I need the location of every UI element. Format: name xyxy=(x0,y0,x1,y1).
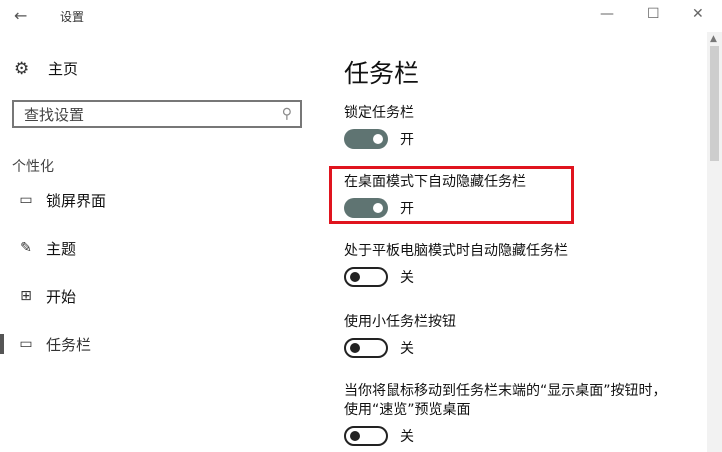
setting-label-line2: 使用“速览”预览桌面 xyxy=(344,402,471,418)
setting-lock-taskbar: 锁定任务栏 开 xyxy=(344,104,414,149)
toggle-peek-desktop[interactable] xyxy=(344,426,388,446)
sidebar-item-lock-screen[interactable]: ▭ 锁屏界面 xyxy=(0,188,106,212)
toggle-knob xyxy=(350,431,360,441)
back-arrow-icon[interactable]: ← xyxy=(14,6,27,25)
section-label: 个性化 xyxy=(12,159,54,175)
sidebar-item-label: 主题 xyxy=(46,239,77,258)
sidebar: ⚙ 主页 查找设置 ⚲ 个性化 ▭ 锁屏界面 ✎ 主题 ⊞ 开始 ▭ 任务栏 xyxy=(0,32,322,452)
sidebar-home[interactable]: ⚙ 主页 xyxy=(14,58,78,79)
close-icon[interactable]: ✕ xyxy=(692,6,704,22)
taskbar-icon: ▭ xyxy=(19,336,33,352)
highlight-box xyxy=(329,166,574,224)
setting-peek-desktop: 当你将鼠标移动到任务栏末端的“显示桌面”按钮时， 使用“速览”预览桌面 关 xyxy=(344,382,667,446)
toggle-knob xyxy=(373,134,383,144)
sidebar-item-theme[interactable]: ✎ 主题 xyxy=(0,236,76,260)
sidebar-item-label: 锁屏界面 xyxy=(46,191,107,210)
window-title: 设置 xyxy=(60,10,85,24)
toggle-state: 关 xyxy=(400,429,414,445)
sidebar-home-label: 主页 xyxy=(48,60,79,78)
sidebar-item-label: 开始 xyxy=(46,287,77,306)
setting-small-buttons: 使用小任务栏按钮 关 xyxy=(344,313,456,358)
toggle-knob xyxy=(350,343,360,353)
toggle-state: 关 xyxy=(400,270,414,286)
sidebar-item-start[interactable]: ⊞ 开始 xyxy=(0,284,76,308)
scrollbar[interactable]: ▲ xyxy=(707,32,722,452)
sidebar-item-taskbar[interactable]: ▭ 任务栏 xyxy=(0,332,91,356)
toggle-state: 开 xyxy=(400,132,414,148)
start-icon: ⊞ xyxy=(20,288,32,304)
setting-label: 锁定任务栏 xyxy=(344,105,414,121)
active-indicator xyxy=(0,334,4,354)
setting-label: 当你将鼠标移动到任务栏末端的“显示桌面”按钮时， xyxy=(344,383,667,399)
minimize-icon[interactable]: — xyxy=(600,6,614,22)
maximize-icon[interactable]: ☐ xyxy=(647,6,660,22)
scroll-thumb[interactable] xyxy=(710,46,719,161)
toggle-small-buttons[interactable] xyxy=(344,338,388,358)
toggle-state: 关 xyxy=(400,341,414,357)
setting-autohide-tablet: 处于平板电脑模式时自动隐藏任务栏 关 xyxy=(344,242,568,287)
gear-icon: ⚙ xyxy=(14,58,30,79)
lock-screen-icon: ▭ xyxy=(19,192,33,208)
scroll-up-arrow-icon[interactable]: ▲ xyxy=(710,34,717,44)
title-bar: ← 设置 — ☐ ✕ xyxy=(0,0,722,32)
toggle-autohide-tablet[interactable] xyxy=(344,267,388,287)
theme-icon: ✎ xyxy=(20,240,32,256)
setting-label: 处于平板电脑模式时自动隐藏任务栏 xyxy=(344,243,568,259)
sidebar-item-label: 任务栏 xyxy=(46,335,92,354)
search-icon[interactable]: ⚲ xyxy=(282,106,292,122)
toggle-knob xyxy=(350,272,360,282)
search-input[interactable]: 查找设置 ⚲ xyxy=(12,100,302,128)
toggle-lock-taskbar[interactable] xyxy=(344,129,388,149)
main-content: 任务栏 锁定任务栏 开 在桌面模式下自动隐藏任务栏 开 处于平板电脑模式时自动隐… xyxy=(322,32,707,452)
page-title: 任务栏 xyxy=(344,59,420,88)
setting-label: 使用小任务栏按钮 xyxy=(344,314,456,330)
search-placeholder: 查找设置 xyxy=(24,105,85,124)
